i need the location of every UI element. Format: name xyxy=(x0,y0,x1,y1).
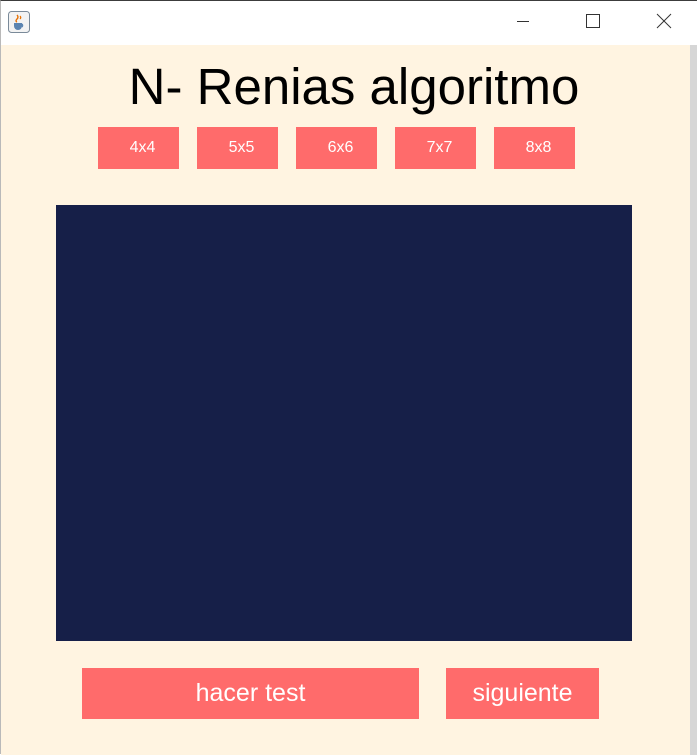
size-button-6x6[interactable]: 6x6 xyxy=(296,127,377,169)
size-button-4x4[interactable]: 4x4 xyxy=(98,127,179,169)
java-cup-icon xyxy=(8,11,30,33)
close-button[interactable] xyxy=(641,1,687,45)
minimize-icon xyxy=(516,14,530,33)
board-canvas[interactable] xyxy=(56,205,632,641)
title-bar[interactable] xyxy=(1,1,697,45)
test-button[interactable]: hacer test xyxy=(82,668,419,719)
size-button-8x8[interactable]: 8x8 xyxy=(494,127,575,169)
size-button-7x7[interactable]: 7x7 xyxy=(395,127,476,169)
page-title: N- Renias algoritmo xyxy=(128,58,580,115)
close-icon xyxy=(656,13,672,34)
window-edge xyxy=(690,45,697,755)
app-window: N- Renias algoritmo 4x4 5x5 6x6 7x7 8x8 … xyxy=(0,0,697,755)
main-panel: N- Renias algoritmo 4x4 5x5 6x6 7x7 8x8 … xyxy=(1,45,690,755)
minimize-button[interactable] xyxy=(500,1,546,45)
next-button[interactable]: siguiente xyxy=(446,668,599,719)
maximize-button[interactable] xyxy=(570,1,616,45)
size-button-5x5[interactable]: 5x5 xyxy=(197,127,278,169)
maximize-icon xyxy=(585,13,601,34)
